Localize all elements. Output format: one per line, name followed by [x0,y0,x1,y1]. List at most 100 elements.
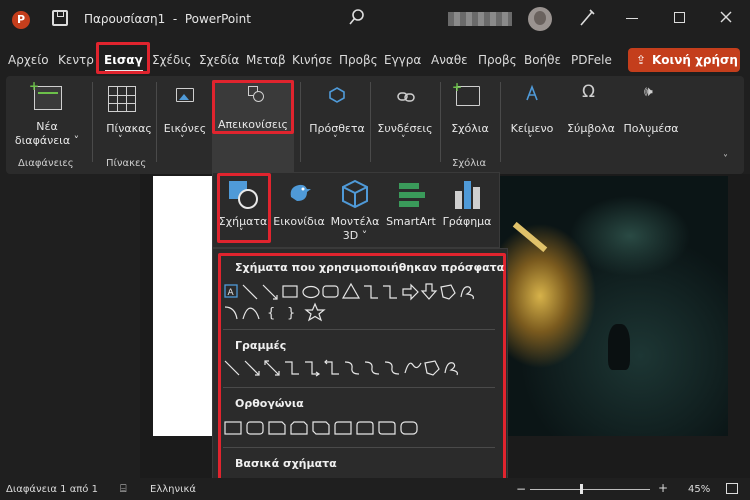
group-comments-label: Σχόλια [452,158,487,169]
illustrations-dropdown: Σχήματα ˅ Εικονίδια Μοντέλα 3D ˅ SmartAr… [212,172,500,248]
tab-animations[interactable]: Κινήσε [292,53,332,67]
bar-chart-icon [453,179,481,209]
tab-draw[interactable]: Σχέδις [152,53,191,67]
save-icon[interactable] [52,10,68,26]
recent-shapes-row-2[interactable]: { } [223,301,495,323]
omega-icon: Ω [582,82,595,102]
chevron-down-icon: ˅ [587,135,592,145]
tab-record[interactable]: Εγγρα [384,53,421,67]
chevron-down-icon: ˅ [333,135,338,145]
chevron-down-icon: ˅ [528,135,533,145]
rectangles-heading: Ορθογώνια [235,397,304,410]
table-button[interactable]: Πίνακας ˅ [98,80,152,154]
avatar[interactable] [528,7,552,31]
addins-icon [328,86,346,104]
group-slides-label: Διαφάνειες [18,158,74,169]
icons-label: Εικονίδια [273,215,325,228]
image-icon [176,88,194,102]
separator [500,82,501,162]
zoom-level[interactable]: 45% [688,484,710,495]
symbols-button[interactable]: Ω Σύμβολα ˅ [562,80,620,154]
smartart-icon [399,183,427,207]
tab-slideshow[interactable]: Προβς [339,53,378,67]
media-label: Πολυμέσα [623,122,679,135]
new-slide-button[interactable]: + Νέα διαφάνεια ˅ [14,80,80,154]
3d-models-label-1: Μοντέλα [330,215,380,228]
speaker-icon: 🕪 [644,84,653,100]
svg-text:{: { [267,306,275,321]
comments-button[interactable]: + Σχόλια [444,80,494,154]
tab-transitions[interactable]: Μεταβ [246,53,286,67]
tab-file[interactable]: Αρχείο [8,53,49,67]
status-bar: Διαφάνεια 1 από 1 ⌸ Ελληνικά − + 45% [0,478,750,500]
gallery-divider [223,447,495,448]
designer-pen-icon[interactable] [578,8,596,28]
separator [156,82,157,162]
links-label: Συνδέσεις [377,122,433,135]
zoom-minus-icon[interactable]: − [516,482,526,496]
close-icon[interactable] [718,9,734,25]
text-label: Κείμενο [510,122,554,135]
addins-button[interactable]: Πρόσθετα ˅ [306,80,368,154]
bird-icon [285,179,313,207]
accessibility-icon[interactable]: ⌸ [120,482,127,496]
highlight-insert-tab [96,42,150,74]
images-button[interactable]: Εικόνες ˅ [160,80,210,154]
highlight-shapes [217,173,271,243]
3d-models-menu-button[interactable]: Μοντέλα 3D ˅ [327,175,383,247]
tab-home[interactable]: Κεντρ [58,53,94,67]
tab-view[interactable]: Προβς [478,53,517,67]
links-button[interactable]: Συνδέσεις ˅ [372,80,438,154]
symbols-label: Σύμβολα [567,122,615,135]
separator [440,82,441,162]
svg-text:}: } [287,306,295,321]
smartart-label: SmartArt [386,215,436,228]
addins-label: Πρόσθετα [309,122,365,135]
slide-counter: Διαφάνεια 1 από 1 [6,484,98,495]
share-button[interactable]: ⇪ Κοινή χρήση [628,48,740,72]
new-slide-label-1: Νέα [36,120,58,133]
media-button[interactable]: 🕪 Πολυμέσα ˅ [620,80,682,154]
powerpoint-logo-icon: P [12,11,30,29]
zoom-slider-thumb[interactable] [580,484,583,494]
lines-heading: Γραμμές [235,339,287,352]
ribbon-tabs: Αρχείο Κεντρ Εισαγ Σχέδις Σχεδία Μεταβ Κ… [0,40,750,76]
shapes-gallery: Σχήματα που χρησιμοποιήθηκαν πρόσφατα A … [212,248,508,500]
recent-shapes-heading: Σχήματα που χρησιμοποιήθηκαν πρόσφατα [235,261,505,274]
share-label: Κοινή χρήση [652,53,738,67]
share-icon: ⇪ [636,53,647,67]
zoom-plus-icon[interactable]: + [658,481,668,495]
search-icon[interactable] [348,8,366,28]
chevron-down-icon: ˅ [180,135,185,145]
recent-shapes-row-1[interactable]: A [223,281,495,303]
basic-shapes-heading: Βασικά σχήματα [235,457,337,470]
tab-pdfelement[interactable]: PDFele [571,53,612,67]
rectangle-shapes-row[interactable] [223,417,495,439]
chevron-down-icon: ˅ [401,135,406,145]
tab-help[interactable]: Βοήθε [524,53,561,67]
images-label: Εικόνες [163,122,207,135]
collapse-ribbon-icon[interactable]: ˅ [723,154,728,165]
chart-menu-button[interactable]: Γράφημα [439,175,495,241]
tab-review[interactable]: Αναθε [431,53,468,67]
lines-shapes-row[interactable] [223,357,495,379]
maximize-icon[interactable] [674,12,685,23]
game-image[interactable] [480,176,728,436]
icons-menu-button[interactable]: Εικονίδια [273,175,325,241]
ribbon-insert: + Νέα διαφάνεια ˅ Διαφάνειες Πίνακας ˅ Π… [6,76,744,174]
separator [300,82,301,162]
zoom-slider[interactable] [530,484,650,494]
text-button[interactable]: Κείμενο ˅ [504,80,560,154]
comments-label: Σχόλια [451,122,489,135]
separator [92,82,93,162]
thumbnail-panel [0,174,140,478]
3d-models-label-2: 3D ˅ [342,229,368,242]
table-label: Πίνακας [106,122,152,135]
smartart-menu-button[interactable]: SmartArt [385,175,437,241]
group-tables-label: Πίνακες [106,158,147,169]
chevron-down-icon: ˅ [647,135,652,145]
minimize-icon[interactable] [626,18,638,19]
language-status[interactable]: Ελληνικά [150,484,196,495]
fit-to-window-icon[interactable] [726,483,738,494]
tab-design[interactable]: Σχεδία [199,53,239,67]
